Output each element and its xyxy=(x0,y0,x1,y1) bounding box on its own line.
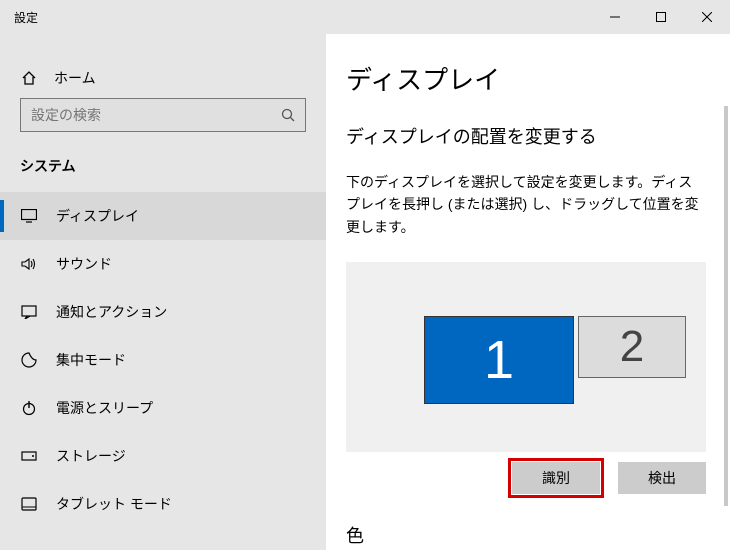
sidebar: ホーム システム ディスプレイ サウンド xyxy=(0,34,326,550)
home-icon xyxy=(20,70,38,86)
title-bar: 設定 xyxy=(0,0,730,34)
sidebar-item-label: ディスプレイ xyxy=(56,206,139,226)
main-content: ディスプレイ ディスプレイの配置を変更する 下のディスプレイを選択して設定を変更… xyxy=(326,34,730,550)
maximize-button[interactable] xyxy=(638,0,684,34)
sidebar-item-label: タブレット モード xyxy=(56,494,172,514)
search-icon xyxy=(281,108,295,122)
display-arrangement-area[interactable]: 1 2 xyxy=(346,262,706,452)
focus-icon xyxy=(20,352,38,368)
power-icon xyxy=(20,400,38,416)
sidebar-item-sound[interactable]: サウンド xyxy=(0,240,326,288)
scrollbar[interactable] xyxy=(724,106,728,506)
minimize-button[interactable] xyxy=(592,0,638,34)
search-input[interactable] xyxy=(31,107,281,123)
storage-icon xyxy=(20,449,38,463)
monitor-1[interactable]: 1 xyxy=(424,316,574,404)
sidebar-item-storage[interactable]: ストレージ xyxy=(0,432,326,480)
sidebar-item-label: ストレージ xyxy=(56,446,126,466)
color-heading: 色 xyxy=(346,522,706,548)
detect-button[interactable]: 検出 xyxy=(618,462,706,494)
sound-icon xyxy=(20,257,38,271)
sidebar-item-power[interactable]: 電源とスリープ xyxy=(0,384,326,432)
identify-button[interactable]: 識別 xyxy=(512,462,600,494)
monitor-2[interactable]: 2 xyxy=(578,316,686,378)
search-wrap xyxy=(0,98,326,152)
display-icon xyxy=(20,209,38,223)
tablet-icon xyxy=(20,497,38,511)
sidebar-home[interactable]: ホーム xyxy=(0,58,326,98)
sidebar-item-label: 集中モード xyxy=(56,350,126,370)
monitor-1-label: 1 xyxy=(484,329,514,391)
sidebar-section-title: システム xyxy=(0,152,326,192)
notification-icon xyxy=(20,305,38,319)
sidebar-item-label: 電源とスリープ xyxy=(56,398,153,418)
sidebar-item-label: 通知とアクション xyxy=(56,302,167,322)
sidebar-item-notifications[interactable]: 通知とアクション xyxy=(0,288,326,336)
sidebar-item-label: サウンド xyxy=(56,254,112,274)
page-title: ディスプレイ xyxy=(346,60,706,97)
window-controls xyxy=(592,0,730,34)
button-row: 識別 検出 xyxy=(346,462,706,494)
monitor-2-label: 2 xyxy=(620,322,644,372)
close-button[interactable] xyxy=(684,0,730,34)
sidebar-item-tablet[interactable]: タブレット モード xyxy=(0,480,326,528)
detect-button-label: 検出 xyxy=(648,468,676,488)
section-description: 下のディスプレイを選択して設定を変更します。ディスプレイを長押し (または選択)… xyxy=(346,171,706,238)
home-label: ホーム xyxy=(54,68,96,88)
sidebar-item-focus[interactable]: 集中モード xyxy=(0,336,326,384)
sidebar-item-display[interactable]: ディスプレイ xyxy=(0,192,326,240)
identify-button-label: 識別 xyxy=(542,468,570,488)
section-subtitle: ディスプレイの配置を変更する xyxy=(346,123,706,149)
search-box[interactable] xyxy=(20,98,306,132)
window-title: 設定 xyxy=(14,9,38,26)
